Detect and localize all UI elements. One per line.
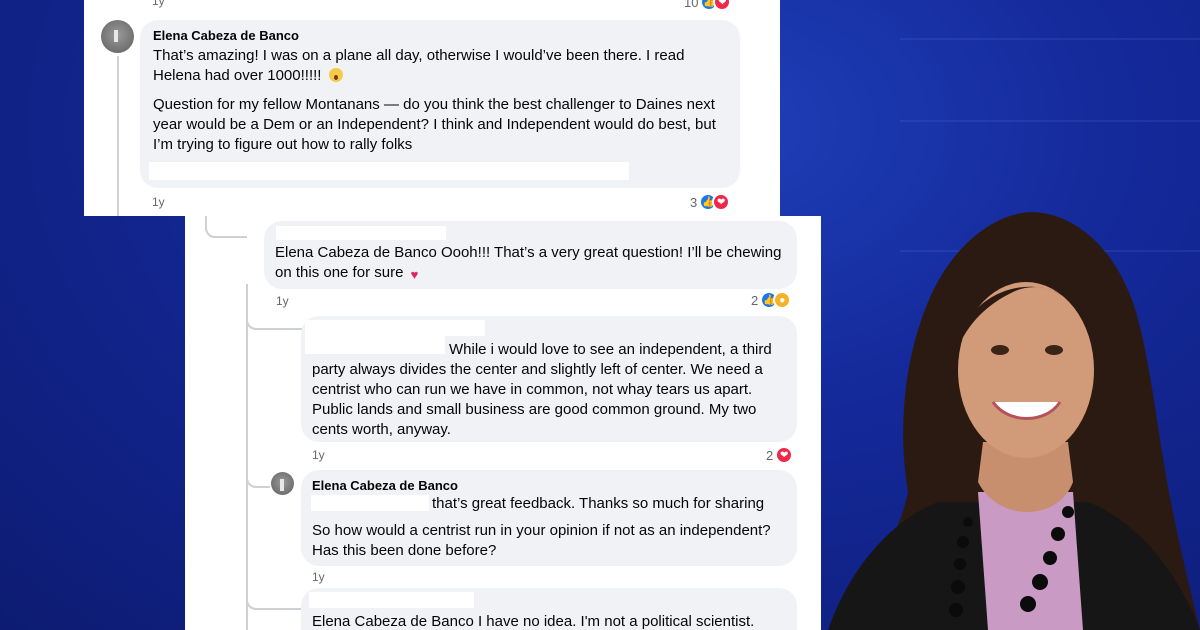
heart-icon: ❤ bbox=[775, 446, 794, 464]
reply-text: Elena Cabeza de Banco I have no idea. I'… bbox=[312, 613, 755, 630]
reply-reactions[interactable]: 2 ❤ bbox=[766, 446, 794, 464]
reaction-count: 10 bbox=[684, 0, 699, 10]
comment-panel-top: 1y 10 👍 ❤ Elena Cabeza de Banco That’s a… bbox=[84, 0, 780, 216]
comment-time[interactable]: 1y bbox=[152, 195, 165, 209]
reaction-count: 3 bbox=[690, 194, 698, 210]
reply-text-content: Elena Cabeza de Banco Oooh!!! That’s a v… bbox=[275, 244, 782, 281]
reaction-count: 2 bbox=[751, 292, 759, 308]
two-hearts-icon: ♥ bbox=[410, 267, 419, 282]
reply-time[interactable]: 1y bbox=[312, 570, 325, 584]
avatar[interactable] bbox=[271, 472, 294, 495]
thread-line bbox=[117, 56, 119, 216]
thread-connector bbox=[205, 216, 247, 238]
previous-comment-reactions[interactable]: 10 👍 ❤ bbox=[684, 0, 732, 11]
comment-bubble: Elena Cabeza de Banco That’s amazing! I … bbox=[140, 20, 740, 188]
redacted-block bbox=[311, 495, 429, 511]
redacted-block bbox=[305, 336, 445, 354]
comment-text: That’s amazing! I was on a plane all day… bbox=[153, 46, 727, 86]
thread-connector bbox=[246, 586, 303, 610]
heart-icon: ❤ bbox=[712, 193, 731, 211]
portrait-photo bbox=[828, 212, 1200, 630]
redacted-block bbox=[149, 162, 629, 180]
comment-reactions[interactable]: 3 👍 ❤ bbox=[690, 193, 731, 211]
reply-paragraph: So how would a centrist run in your opin… bbox=[312, 522, 771, 559]
redacted-block bbox=[309, 592, 474, 608]
astonished-face-icon bbox=[328, 68, 343, 82]
reply-bubble: While i would love to see an independent… bbox=[301, 316, 797, 442]
heart-icon: ❤ bbox=[713, 0, 732, 11]
thread-connector bbox=[246, 466, 270, 488]
reaction-count: 2 bbox=[766, 447, 774, 463]
comment-paragraph: Question for my fellow Montanans — do yo… bbox=[153, 96, 716, 153]
care-icon: ● bbox=[773, 291, 792, 309]
comment-author[interactable]: Elena Cabeza de Banco bbox=[153, 28, 727, 43]
reply-bubble: Elena Cabeza de Banco Oooh!!! That’s a v… bbox=[264, 221, 797, 289]
avatar[interactable] bbox=[101, 20, 134, 53]
redacted-block bbox=[276, 226, 446, 240]
comment-panel-bottom: Elena Cabeza de Banco Oooh!!! That’s a v… bbox=[185, 216, 821, 630]
reply-author[interactable]: Elena Cabeza de Banco bbox=[312, 478, 785, 493]
previous-comment-time[interactable]: 1y bbox=[152, 0, 165, 8]
background-stripe bbox=[900, 38, 1200, 40]
reply-reactions[interactable]: 2 👍 ● bbox=[751, 291, 792, 309]
reply-bubble: Elena Cabeza de Banco I have no idea. I'… bbox=[301, 588, 797, 630]
background-stripe bbox=[900, 120, 1200, 122]
reply-bubble: Elena Cabeza de Banco that’s great feedb… bbox=[301, 470, 797, 566]
comment-paragraph: That’s amazing! I was on a plane all day… bbox=[153, 47, 685, 84]
reply-time[interactable]: 1y bbox=[312, 448, 325, 462]
reply-paragraph-text: that’s great feedback. Thanks so much fo… bbox=[432, 495, 765, 512]
reply-text: Elena Cabeza de Banco Oooh!!! That’s a v… bbox=[275, 243, 785, 283]
thread-line bbox=[246, 284, 248, 630]
redacted-block bbox=[305, 320, 485, 336]
thread-connector bbox=[246, 306, 303, 330]
